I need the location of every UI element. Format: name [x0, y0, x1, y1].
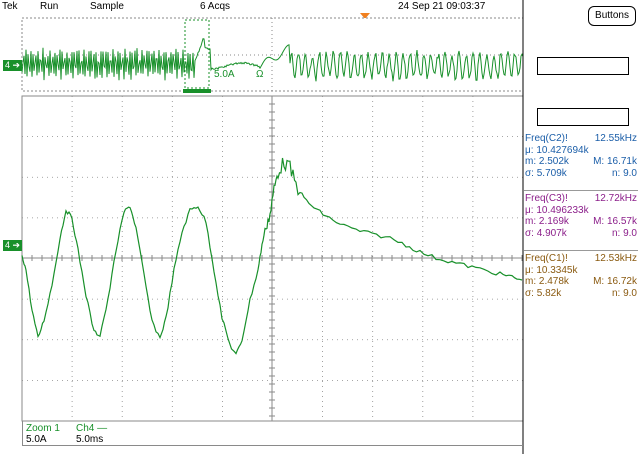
overview-channel-number: 4	[5, 60, 11, 70]
horizontal-scale: 5.0ms	[76, 434, 104, 445]
vertical-scale: 5.0A	[26, 434, 47, 445]
meas-n: n: 9.0	[611, 167, 637, 179]
measurement-slot-2[interactable]	[537, 108, 629, 126]
measurement-freq-c3: Freq(C3)! 12.72kHz μ: 10.496233k m: 2.169…	[525, 193, 637, 239]
main-channel-marker[interactable]: 4 ➔	[3, 240, 23, 251]
meas-min: m: 2.169k	[525, 216, 569, 227]
meas-sigma: σ: 4.907k	[525, 227, 567, 239]
overview-ohm-label: Ω	[256, 69, 264, 80]
overview-ref-label: 5.0A	[214, 69, 235, 80]
bottom-divider	[22, 421, 23, 445]
zoom-window-bar[interactable]	[183, 89, 211, 93]
channel-label: Ch4 —	[76, 423, 108, 434]
meas-title: Freq(C3)!	[525, 193, 568, 204]
meas-title: Freq(C2)!	[525, 133, 568, 144]
zoom-label: Zoom 1	[26, 423, 60, 434]
measurement-divider	[524, 250, 638, 251]
bottom-frame-line	[22, 445, 523, 446]
measurement-divider	[524, 190, 638, 191]
meas-value: 12.53kHz	[594, 253, 637, 264]
meas-mean: μ: 10.427694k	[525, 144, 589, 156]
main-channel-number: 4	[5, 240, 11, 250]
meas-title: Freq(C1)!	[525, 253, 568, 264]
meas-n: n: 9.0	[611, 287, 637, 299]
buttons-button[interactable]: Buttons	[588, 6, 636, 26]
meas-max: M: 16.57k	[593, 216, 637, 227]
overview-strip: 5.0A Ω	[21, 17, 524, 93]
meas-n: n: 9.0	[611, 227, 637, 239]
main-graticule	[21, 95, 524, 422]
meas-mean: μ: 10.3345k	[525, 264, 578, 276]
meas-min: m: 2.478k	[525, 276, 569, 287]
meas-max: M: 16.72k	[593, 276, 637, 287]
meas-mean: μ: 10.496233k	[525, 204, 589, 216]
measurement-slot-1[interactable]	[537, 57, 629, 75]
meas-sigma: σ: 5.82k	[525, 287, 562, 299]
overview-channel-marker[interactable]: 4 ➔	[3, 60, 23, 71]
measurement-freq-c2: Freq(C2)! 12.55kHz μ: 10.427694k m: 2.502…	[525, 133, 637, 179]
measurement-freq-c1: Freq(C1)! 12.53kHz μ: 10.3345k m: 2.478k M…	[525, 253, 637, 299]
meas-sigma: σ: 5.709k	[525, 167, 567, 179]
meas-min: m: 2.502k	[525, 156, 569, 167]
meas-max: M: 16.71k	[593, 156, 637, 167]
meas-value: 12.55kHz	[594, 133, 637, 144]
meas-value: 12.72kHz	[594, 193, 637, 204]
